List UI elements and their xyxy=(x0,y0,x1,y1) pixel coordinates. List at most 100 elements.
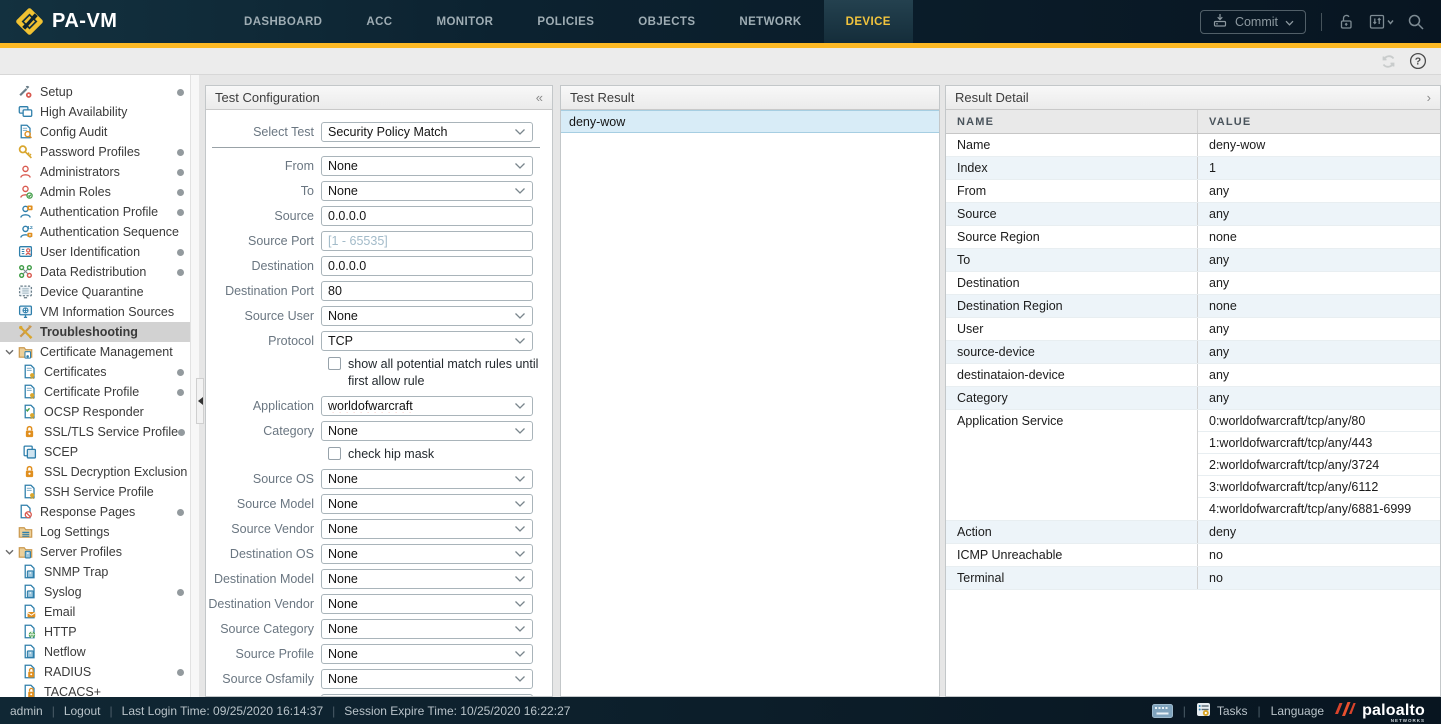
test-result-row[interactable]: deny-wow xyxy=(561,110,939,133)
select-source-category[interactable]: None xyxy=(321,619,533,639)
sidebar-item-syslog[interactable]: Syslog xyxy=(0,582,198,602)
sidebar-item-user-identification[interactable]: User Identification xyxy=(0,242,198,262)
sidebar-item-ssl-decryption-exclusion[interactable]: SSL Decryption Exclusion xyxy=(0,462,198,482)
select-source-os[interactable]: None xyxy=(321,469,533,489)
help-icon[interactable]: ? xyxy=(1409,52,1427,70)
detail-value: any xyxy=(1198,203,1440,225)
sidebar-item-ssh-service-profile[interactable]: SSH Service Profile xyxy=(0,482,198,502)
sidebar-item-certificate-profile[interactable]: Certificate Profile xyxy=(0,382,198,402)
sidebar-item-tacacs[interactable]: TACACS+ xyxy=(0,682,198,697)
sidebar-item-device-quarantine[interactable]: Device Quarantine xyxy=(0,282,198,302)
sidebar-item-password-profiles[interactable]: Password Profiles xyxy=(0,142,198,162)
field-protocol: ProtocolTCP xyxy=(206,331,542,351)
select-destination-vendor[interactable]: None xyxy=(321,594,533,614)
form-divider xyxy=(212,147,540,148)
sidebar-item-troubleshooting[interactable]: Troubleshooting xyxy=(0,322,198,342)
sidebar-item-http[interactable]: HTTP xyxy=(0,622,198,642)
checkbox-box[interactable] xyxy=(328,357,341,370)
expand-panel-icon[interactable]: › xyxy=(1427,90,1431,105)
sidebar-item-setup[interactable]: Setup xyxy=(0,82,198,102)
field-category: CategoryNone xyxy=(206,421,542,441)
select-source-user[interactable]: None xyxy=(321,306,533,326)
select-destination-os[interactable]: None xyxy=(321,544,533,564)
sidebar-item-vm-information-sources[interactable]: VM Information Sources xyxy=(0,302,198,322)
tasks-button[interactable]: Tasks xyxy=(1196,702,1248,720)
sidebar-item-scep[interactable]: SCEP xyxy=(0,442,198,462)
field-label: Destination Port xyxy=(206,281,321,298)
select-source-model[interactable]: None xyxy=(321,494,533,514)
tab-network[interactable]: NETWORK xyxy=(717,0,823,43)
checkbox-show-all-potential-match-rules-until-fir[interactable]: show all potential match rules until fir… xyxy=(328,356,542,390)
field-label: Destination xyxy=(206,256,321,273)
tab-acc[interactable]: ACC xyxy=(344,0,414,43)
field-value: None xyxy=(328,522,514,536)
sidebar-item-netflow[interactable]: Netflow xyxy=(0,642,198,662)
select-source-profile[interactable]: None xyxy=(321,644,533,664)
sidebar-collapse-handle[interactable] xyxy=(196,378,204,424)
detail-row-name: Namedeny-wow xyxy=(946,134,1440,157)
sidebar-item-data-redistribution[interactable]: Data Redistribution xyxy=(0,262,198,282)
detail-name: Index xyxy=(946,157,1198,179)
checkbox-box[interactable] xyxy=(328,447,341,460)
sidebar-item-log-settings[interactable]: Log Settings xyxy=(0,522,198,542)
sidebar-item-authentication-profile[interactable]: Authentication Profile xyxy=(0,202,198,222)
sidebar-item-response-pages[interactable]: Response Pages xyxy=(0,502,198,522)
sidebar-item-certificates[interactable]: Certificates xyxy=(0,362,198,382)
sidebar-item-ocsp-responder[interactable]: OCSP Responder xyxy=(0,402,198,422)
sidebar-item-server-profiles[interactable]: Server Profiles xyxy=(0,542,198,562)
tab-objects[interactable]: OBJECTS xyxy=(616,0,717,43)
test-result-panel: Test Result deny-wow xyxy=(560,85,940,697)
chevron-down-icon xyxy=(514,475,526,483)
select-application[interactable]: worldofwarcraft xyxy=(321,396,533,416)
sidebar-item-config-audit[interactable]: Config Audit xyxy=(0,122,198,142)
commit-button[interactable]: Commit xyxy=(1200,10,1306,34)
sidebar-item-label: Authentication Sequence xyxy=(40,225,179,239)
tab-device[interactable]: DEVICE xyxy=(824,0,913,43)
sidebar-item-admin-roles[interactable]: Admin Roles xyxy=(0,182,198,202)
detail-name: Source xyxy=(946,203,1198,225)
collapse-panel-icon[interactable]: « xyxy=(536,90,543,105)
logout-link[interactable]: Logout xyxy=(64,704,101,718)
select-select-test[interactable]: Security Policy Match xyxy=(321,122,533,142)
sidebar-item-certificate-management[interactable]: Certificate Management xyxy=(0,342,198,362)
field-source: Source0.0.0.0 xyxy=(206,206,542,226)
detail-name: ICMP Unreachable xyxy=(946,544,1198,566)
checkbox-check-hip-mask[interactable]: check hip mask xyxy=(328,446,542,463)
field-application: Applicationworldofwarcraft xyxy=(206,396,542,416)
keyboard-icon[interactable] xyxy=(1152,704,1173,718)
sidebar-item-email[interactable]: Email xyxy=(0,602,198,622)
sidebar-item-snmp-trap[interactable]: SNMP Trap xyxy=(0,562,198,582)
field-value: None xyxy=(328,672,514,686)
select-source-osfamily[interactable]: None xyxy=(321,669,533,689)
input-source[interactable]: 0.0.0.0 xyxy=(321,206,533,226)
refresh-icon[interactable] xyxy=(1380,53,1397,70)
sidebar-item-authentication-sequence[interactable]: 123Authentication Sequence xyxy=(0,222,198,242)
collapse-left-arrow-icon xyxy=(198,397,203,405)
select-source-vendor[interactable]: None xyxy=(321,519,533,539)
tab-dashboard[interactable]: DASHBOARD xyxy=(222,0,344,43)
select-protocol[interactable]: TCP xyxy=(321,331,533,351)
input-destination[interactable]: 0.0.0.0 xyxy=(321,256,533,276)
input-destination-port[interactable]: 80 xyxy=(321,281,533,301)
select-from[interactable]: None xyxy=(321,156,533,176)
select-to[interactable]: None xyxy=(321,181,533,201)
field-label: Destination Vendor xyxy=(206,594,321,611)
config-operations-icon[interactable] xyxy=(1368,13,1394,31)
select-category[interactable]: None xyxy=(321,421,533,441)
sidebar-item-high-availability[interactable]: High Availability xyxy=(0,102,198,122)
sidebar-item-ssl-tls-service-profile[interactable]: SSL/TLS Service Profile xyxy=(0,422,198,442)
language-button[interactable]: Language xyxy=(1271,704,1324,718)
detail-value: deny-wow xyxy=(1198,134,1440,156)
tab-monitor[interactable]: MONITOR xyxy=(414,0,515,43)
search-icon[interactable] xyxy=(1407,13,1425,31)
lock-open-icon[interactable] xyxy=(1337,13,1355,31)
tab-policies[interactable]: POLICIES xyxy=(515,0,616,43)
detail-value: 0:worldofwarcraft/tcp/any/80 xyxy=(1198,410,1440,432)
sidebar-item-administrators[interactable]: Administrators xyxy=(0,162,198,182)
sidebar-item-radius[interactable]: RADIUS xyxy=(0,662,198,682)
chevron-down-icon[interactable] xyxy=(0,349,18,355)
field-source-user: Source UserNone xyxy=(206,306,542,326)
select-destination-model[interactable]: None xyxy=(321,569,533,589)
input-source-port[interactable]: [1 - 65535] xyxy=(321,231,533,251)
chevron-down-icon[interactable] xyxy=(0,549,18,555)
